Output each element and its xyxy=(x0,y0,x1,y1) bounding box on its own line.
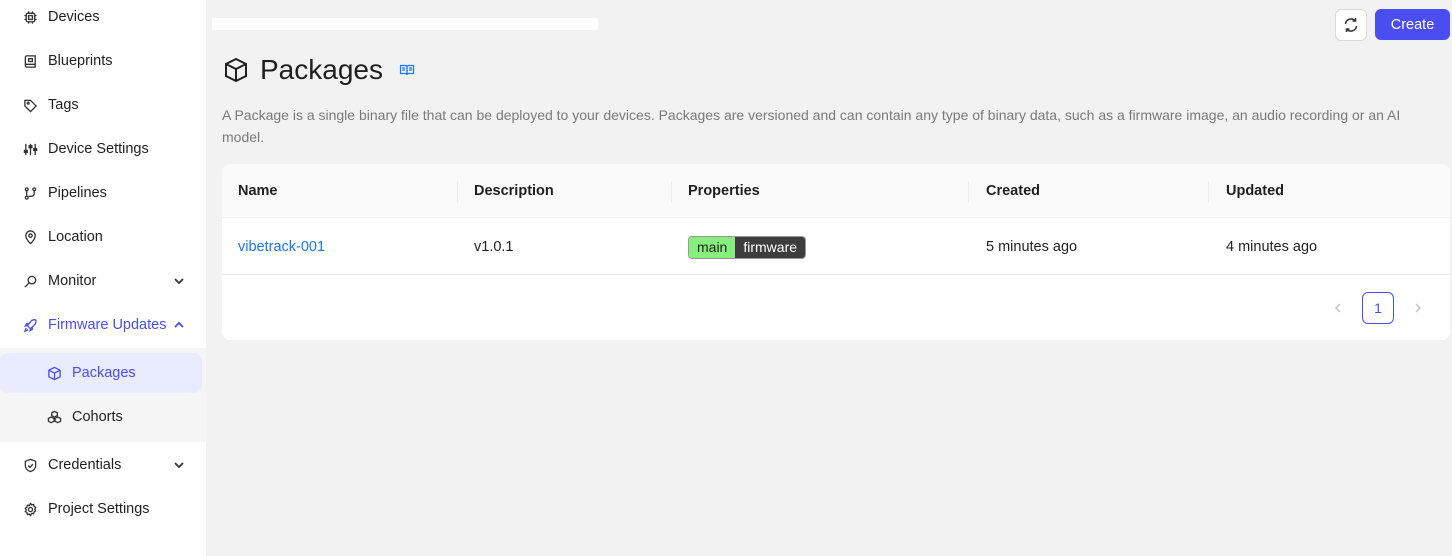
chevron-down-icon xyxy=(174,462,184,469)
rocket-icon xyxy=(22,317,38,333)
sidebar-item-label: Pipelines xyxy=(48,185,107,201)
sidebar-item-firmware-updates[interactable]: Firmware Updates xyxy=(0,305,206,345)
pipeline-icon xyxy=(22,185,38,201)
pagination-page[interactable]: 1 xyxy=(1362,292,1394,324)
table-header: Name Description Properties Created Upda… xyxy=(222,164,1450,218)
sidebar-subitem-label: Packages xyxy=(72,365,136,381)
chip-icon xyxy=(22,9,38,25)
chevron-left-icon xyxy=(1334,303,1341,313)
sidebar-item-label: Tags xyxy=(48,97,79,113)
chevron-down-icon xyxy=(174,278,184,285)
column-header-updated[interactable]: Updated xyxy=(1226,164,1284,218)
sidebar-item-monitor[interactable]: Monitor xyxy=(0,261,206,301)
create-button[interactable]: Create xyxy=(1375,9,1450,40)
package-icon xyxy=(46,365,62,381)
page-header: Packages xyxy=(222,52,415,88)
sidebar-item-devices[interactable]: Devices xyxy=(0,0,206,37)
package-name-link[interactable]: vibetrack-001 xyxy=(238,219,325,275)
sidebar-item-label: Devices xyxy=(48,9,100,25)
tag-icon xyxy=(22,97,38,113)
package-icon xyxy=(225,57,247,83)
chevron-up-icon xyxy=(174,321,184,328)
sidebar-item-device-settings[interactable]: Device Settings xyxy=(0,129,206,169)
property-tag: main firmware xyxy=(688,235,807,259)
table-row[interactable]: vibetrack-001 v1.0.1 main firmware 5 min… xyxy=(222,219,1450,275)
packages-table: Name Description Properties Created Upda… xyxy=(222,164,1450,340)
sliders-icon xyxy=(22,141,38,157)
gear-icon xyxy=(22,501,38,517)
book-icon[interactable] xyxy=(399,62,415,78)
sidebar-item-label: Location xyxy=(48,229,103,245)
column-header-description[interactable]: Description xyxy=(474,164,554,218)
sidebar-item-label: Device Settings xyxy=(48,141,149,157)
column-header-name[interactable]: Name xyxy=(238,164,278,218)
sidebar-item-pipelines[interactable]: Pipelines xyxy=(0,173,206,213)
breadcrumb xyxy=(212,18,598,30)
property-value: firmware xyxy=(735,236,806,258)
sidebar-item-tags[interactable]: Tags xyxy=(0,85,206,125)
cohorts-icon xyxy=(46,409,62,425)
column-header-created[interactable]: Created xyxy=(986,164,1040,218)
sidebar-subitem-packages[interactable]: Packages xyxy=(0,353,202,393)
blueprint-icon xyxy=(22,53,38,69)
sidebar-item-label: Credentials xyxy=(48,457,122,473)
column-header-properties[interactable]: Properties xyxy=(688,164,760,218)
sidebar-subitem-label: Cohorts xyxy=(72,409,123,425)
package-description: v1.0.1 xyxy=(474,239,514,255)
chevron-right-icon xyxy=(1415,303,1422,313)
property-key: main xyxy=(689,236,736,258)
sidebar-item-credentials[interactable]: Credentials xyxy=(0,445,206,485)
sidebar-item-label: Firmware Updates xyxy=(48,317,167,333)
sidebar-subitem-cohorts[interactable]: Cohorts xyxy=(0,397,202,437)
package-properties: main firmware xyxy=(688,219,807,275)
refresh-icon xyxy=(1344,18,1358,32)
monitor-icon xyxy=(22,273,38,289)
sidebar-item-location[interactable]: Location xyxy=(0,217,206,257)
package-updated: 4 minutes ago xyxy=(1226,239,1318,255)
pagination-next-button[interactable] xyxy=(1402,292,1434,324)
sidebar-item-label: Blueprints xyxy=(48,53,113,69)
refresh-button[interactable] xyxy=(1335,9,1367,41)
sidebar: Devices Blueprints Tags Device Settings … xyxy=(0,0,206,556)
sidebar-item-label: Monitor xyxy=(48,273,97,289)
package-created: 5 minutes ago xyxy=(986,239,1078,255)
location-pin-icon xyxy=(22,229,38,245)
sidebar-item-blueprints[interactable]: Blueprints xyxy=(0,41,206,81)
page-description: A Package is a single binary file that c… xyxy=(222,107,1401,145)
shield-icon xyxy=(22,457,38,473)
sidebar-item-project-settings[interactable]: Project Settings xyxy=(0,489,206,529)
page-title: Packages xyxy=(260,54,383,85)
pagination-prev-button[interactable] xyxy=(1322,292,1354,324)
sidebar-item-label: Project Settings xyxy=(48,501,150,517)
